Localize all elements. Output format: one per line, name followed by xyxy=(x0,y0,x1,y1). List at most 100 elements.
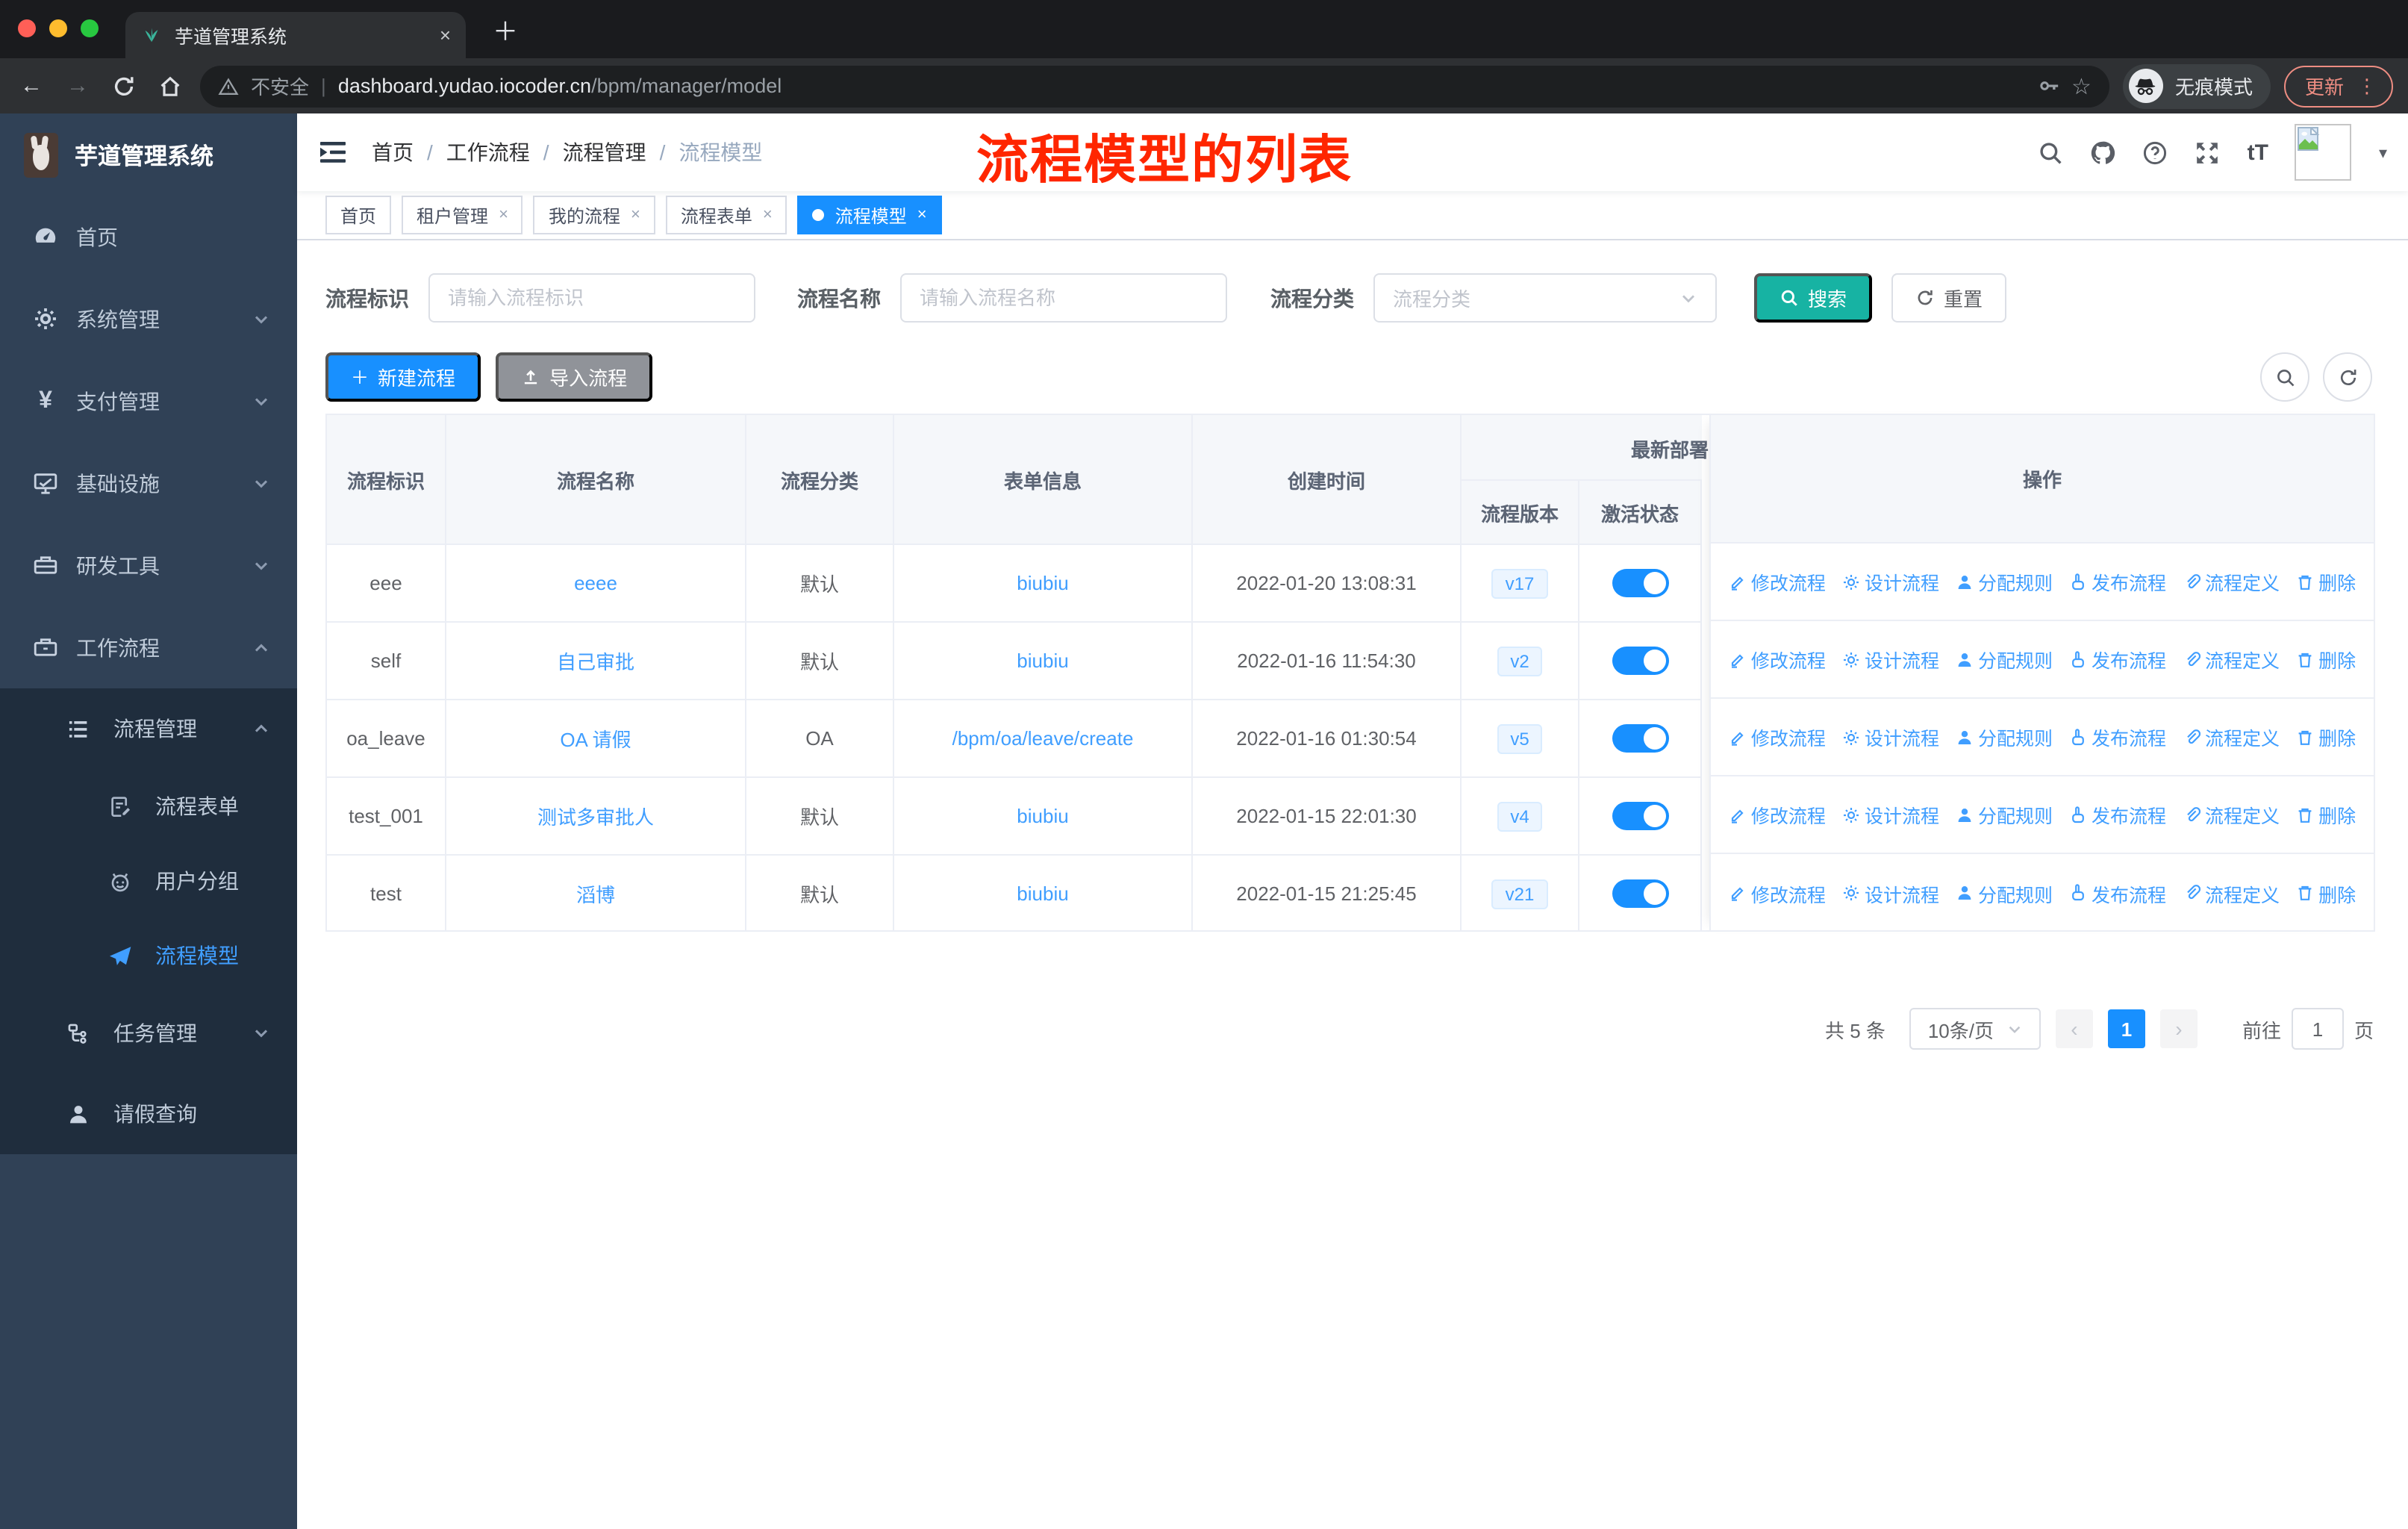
process-name-link[interactable]: eeee xyxy=(446,545,746,623)
version-badge[interactable]: v5 xyxy=(1497,723,1543,753)
process-definition-link[interactable]: 流程定义 xyxy=(2183,567,2280,596)
tag-close-icon[interactable]: × xyxy=(631,206,640,224)
form-link[interactable]: biubiu xyxy=(894,856,1193,930)
form-link[interactable]: biubiu xyxy=(894,778,1193,856)
sidebar-item-workflow[interactable]: 工作流程 xyxy=(0,606,297,688)
sidebar-item-payment[interactable]: ¥ 支付管理 xyxy=(0,360,297,442)
tag-close-icon[interactable]: × xyxy=(763,206,773,224)
design-process-link[interactable]: 设计流程 xyxy=(1842,800,1939,829)
process-name-link[interactable]: 滔博 xyxy=(446,856,746,930)
close-window-button[interactable] xyxy=(18,19,36,37)
design-process-link[interactable]: 设计流程 xyxy=(1842,879,1939,907)
font-size-icon[interactable]: tT xyxy=(2248,140,2268,165)
minimize-window-button[interactable] xyxy=(49,19,67,37)
delete-link[interactable]: 删除 xyxy=(2296,645,2356,673)
url-bar[interactable]: 不安全 | dashboard.yudao.iocoder.cn/bpm/man… xyxy=(200,65,2109,107)
assign-rule-link[interactable]: 分配规则 xyxy=(1956,879,2053,907)
process-id-input[interactable] xyxy=(428,273,755,323)
github-icon[interactable] xyxy=(2091,140,2116,165)
design-process-link[interactable]: 设计流程 xyxy=(1842,567,1939,596)
publish-process-link[interactable]: 发布流程 xyxy=(2069,879,2166,907)
status-toggle[interactable] xyxy=(1612,802,1668,830)
process-name-link[interactable]: 自己审批 xyxy=(446,623,746,700)
edit-process-link[interactable]: 修改流程 xyxy=(1729,567,1826,596)
process-definition-link[interactable]: 流程定义 xyxy=(2183,723,2280,751)
reset-button[interactable]: 重置 xyxy=(1891,273,2007,323)
status-toggle[interactable] xyxy=(1612,879,1668,908)
new-tab-button[interactable]: ＋ xyxy=(493,10,518,48)
back-button[interactable]: ← xyxy=(15,73,48,99)
design-process-link[interactable]: 设计流程 xyxy=(1842,645,1939,673)
browser-menu-icon[interactable]: ⋮ xyxy=(2357,74,2377,98)
home-button[interactable] xyxy=(154,74,187,98)
process-name-link[interactable]: 测试多审批人 xyxy=(446,778,746,856)
sidebar-item-user-group[interactable]: 用户分组 xyxy=(0,844,297,918)
refresh-table-button[interactable] xyxy=(2323,352,2372,402)
assign-rule-link[interactable]: 分配规则 xyxy=(1956,567,2053,596)
next-page-button[interactable]: › xyxy=(2159,1009,2198,1048)
sidebar-item-infrastructure[interactable]: 基础设施 xyxy=(0,442,297,524)
publish-process-link[interactable]: 发布流程 xyxy=(2069,645,2166,673)
process-definition-link[interactable]: 流程定义 xyxy=(2183,800,2280,829)
version-badge[interactable]: v2 xyxy=(1497,646,1543,676)
tag-close-icon[interactable]: × xyxy=(499,206,508,224)
tab-close-icon[interactable]: × xyxy=(440,24,451,46)
reload-button[interactable] xyxy=(107,74,140,98)
process-category-select[interactable]: 流程分类 xyxy=(1373,273,1717,323)
browser-update-chip[interactable]: 更新 ⋮ xyxy=(2283,65,2393,107)
publish-process-link[interactable]: 发布流程 xyxy=(2069,567,2166,596)
search-button[interactable]: 搜索 xyxy=(1754,273,1873,323)
breadcrumb-workflow[interactable]: 工作流程 xyxy=(446,137,530,167)
edit-process-link[interactable]: 修改流程 xyxy=(1729,723,1826,751)
avatar[interactable] xyxy=(2295,124,2352,181)
window-controls[interactable] xyxy=(18,19,99,37)
publish-process-link[interactable]: 发布流程 xyxy=(2069,723,2166,751)
edit-process-link[interactable]: 修改流程 xyxy=(1729,645,1826,673)
sidebar-item-leave-query[interactable]: 请假查询 xyxy=(0,1074,297,1154)
tag-home[interactable]: 首页 xyxy=(325,196,392,234)
breadcrumb-home[interactable]: 首页 xyxy=(372,137,414,167)
sidebar-item-process-management[interactable]: 流程管理 xyxy=(0,688,297,769)
form-link[interactable]: /bpm/oa/leave/create xyxy=(894,700,1193,778)
assign-rule-link[interactable]: 分配规则 xyxy=(1956,645,2053,673)
process-name-input[interactable] xyxy=(900,273,1227,323)
design-process-link[interactable]: 设计流程 xyxy=(1842,723,1939,751)
delete-link[interactable]: 删除 xyxy=(2296,723,2356,751)
sidebar-item-process-form[interactable]: 流程表单 xyxy=(0,769,297,844)
password-key-icon[interactable] xyxy=(2037,75,2059,97)
sidebar-item-system[interactable]: 系统管理 xyxy=(0,278,297,360)
process-definition-link[interactable]: 流程定义 xyxy=(2183,645,2280,673)
process-definition-link[interactable]: 流程定义 xyxy=(2183,879,2280,907)
tag-my-process[interactable]: 我的流程 × xyxy=(533,196,655,234)
version-badge[interactable]: v21 xyxy=(1491,879,1548,909)
tag-process-model[interactable]: 流程模型 × xyxy=(797,196,942,234)
status-toggle[interactable] xyxy=(1612,569,1668,597)
publish-process-link[interactable]: 发布流程 xyxy=(2069,800,2166,829)
process-name-link[interactable]: OA 请假 xyxy=(446,700,746,778)
app-logo-row[interactable]: 芋道管理系统 xyxy=(0,113,297,196)
status-toggle[interactable] xyxy=(1612,647,1668,675)
forward-button[interactable]: → xyxy=(61,73,94,99)
avatar-caret-icon[interactable]: ▾ xyxy=(2379,143,2387,162)
browser-tab[interactable]: 芋道管理系统 × xyxy=(125,12,466,58)
form-link[interactable]: biubiu xyxy=(894,545,1193,623)
sidebar-item-process-model[interactable]: 流程模型 xyxy=(0,918,297,993)
import-process-button[interactable]: 导入流程 xyxy=(496,352,653,402)
delete-link[interactable]: 删除 xyxy=(2296,567,2356,596)
goto-page-input[interactable] xyxy=(2291,1008,2344,1050)
update-label[interactable]: 更新 xyxy=(2305,72,2344,100)
delete-link[interactable]: 删除 xyxy=(2296,800,2356,829)
status-toggle[interactable] xyxy=(1612,724,1668,753)
breadcrumb-process-management[interactable]: 流程管理 xyxy=(563,137,646,167)
collapse-sidebar-button[interactable] xyxy=(318,139,348,166)
edit-process-link[interactable]: 修改流程 xyxy=(1729,800,1826,829)
fullscreen-icon[interactable] xyxy=(2195,140,2221,165)
sidebar-item-task-management[interactable]: 任务管理 xyxy=(0,993,297,1074)
help-icon[interactable] xyxy=(2143,140,2168,165)
tag-close-icon[interactable]: × xyxy=(917,206,927,224)
tag-process-form[interactable]: 流程表单 × xyxy=(665,196,787,234)
edit-process-link[interactable]: 修改流程 xyxy=(1729,879,1826,907)
bookmark-star-icon[interactable]: ☆ xyxy=(2071,72,2092,99)
version-badge[interactable]: v17 xyxy=(1491,568,1548,598)
form-link[interactable]: biubiu xyxy=(894,623,1193,700)
